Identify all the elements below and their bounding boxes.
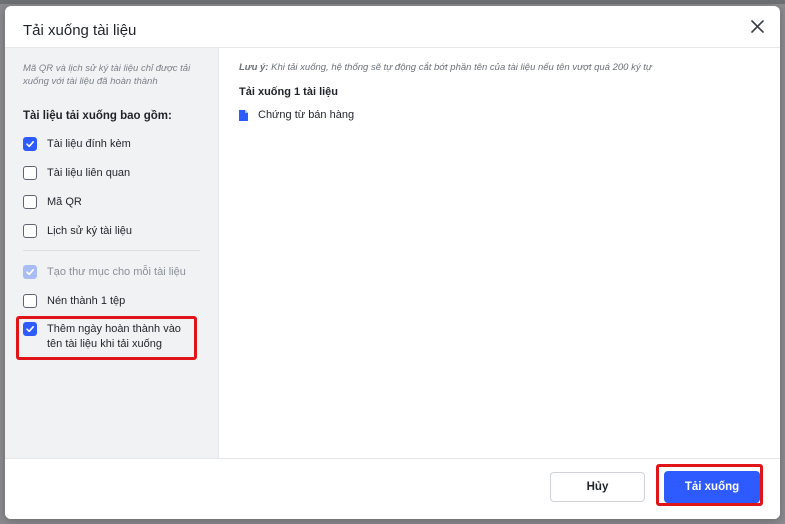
checkbox-label: Tài liệu đính kèm <box>47 138 131 150</box>
checkbox-box[interactable] <box>23 294 37 308</box>
checkbox-signing-history[interactable]: Lịch sử ký tài liệu <box>23 224 132 239</box>
dialog-header: Tải xuống tài liệu <box>5 6 780 48</box>
checkbox-label-line-2: tên tài liệu khi tải xuống <box>47 338 162 350</box>
checkbox-qr-code[interactable]: Mã QR <box>23 195 82 210</box>
checkbox-add-completion-date[interactable]: Thêm ngày hoàn thành vào tên tài liệu kh… <box>23 322 181 352</box>
checkbox-label: Nén thành 1 tệp <box>47 295 126 307</box>
checkbox-compress-single-file[interactable]: Nén thành 1 tệp <box>23 294 125 309</box>
checkbox-box[interactable] <box>23 265 37 279</box>
checkbox-label: Mã QR <box>47 196 82 208</box>
note-text: Khi tải xuống, hệ thống sẽ tự động cắt b… <box>268 62 652 73</box>
dialog-title: Tải xuống tài liệu <box>23 22 137 39</box>
checkbox-label: Tạo thư mục cho mỗi tài liệu <box>47 266 186 278</box>
checkbox-box[interactable] <box>23 137 37 151</box>
section-title: Tài liệu tải xuống bao gồm: <box>23 110 172 122</box>
checkbox-folder-per-doc[interactable]: Tạo thư mục cho mỗi tài liệu <box>23 265 186 280</box>
checkbox-box[interactable] <box>23 195 37 209</box>
checkbox-label: Tài liệu liên quan <box>47 167 131 179</box>
document-icon <box>239 109 248 121</box>
check-icon <box>26 326 34 333</box>
download-dialog: Tải xuống tài liệu Mã QR và lịch sử ký t… <box>5 6 780 519</box>
download-count-title: Tải xuống 1 tài liệu <box>239 86 339 98</box>
checkbox-box[interactable] <box>23 322 37 336</box>
checkbox-box[interactable] <box>23 166 37 180</box>
file-name: Chứng từ bán hàng <box>258 109 355 121</box>
close-button[interactable] <box>746 15 768 37</box>
options-sidebar: Mã QR và lịch sử ký tài liệu chỉ được tả… <box>5 48 219 458</box>
download-button[interactable]: Tải xuống <box>664 471 760 503</box>
checkbox-label-line-1: Thêm ngày hoàn thành vào <box>47 323 181 335</box>
cancel-button[interactable]: Hủy <box>550 472 645 502</box>
checkbox-label: Lịch sử ký tài liệu <box>47 225 133 237</box>
download-content: Lưu ý: Khi tải xuống, hệ thống sẽ tự độn… <box>219 48 780 458</box>
page-backdrop <box>0 0 785 4</box>
options-divider <box>23 250 200 251</box>
file-list-item: Chứng từ bán hàng <box>239 109 354 121</box>
checkbox-box[interactable] <box>23 224 37 238</box>
check-icon <box>26 269 34 276</box>
sidebar-note: Mã QR và lịch sử ký tài liệu chỉ được tả… <box>23 63 191 87</box>
checkbox-related-docs[interactable]: Tài liệu liên quan <box>23 166 130 181</box>
close-icon <box>750 19 764 33</box>
truncation-note: Lưu ý: Khi tải xuống, hệ thống sẽ tự độn… <box>239 62 652 73</box>
dialog-footer: Hủy Tải xuống <box>5 458 780 519</box>
note-prefix: Lưu ý: <box>239 62 269 73</box>
checkbox-attachments[interactable]: Tài liệu đính kèm <box>23 137 131 152</box>
checkbox-label: Thêm ngày hoàn thành vào tên tài liệu kh… <box>47 322 181 352</box>
check-icon <box>26 141 34 148</box>
